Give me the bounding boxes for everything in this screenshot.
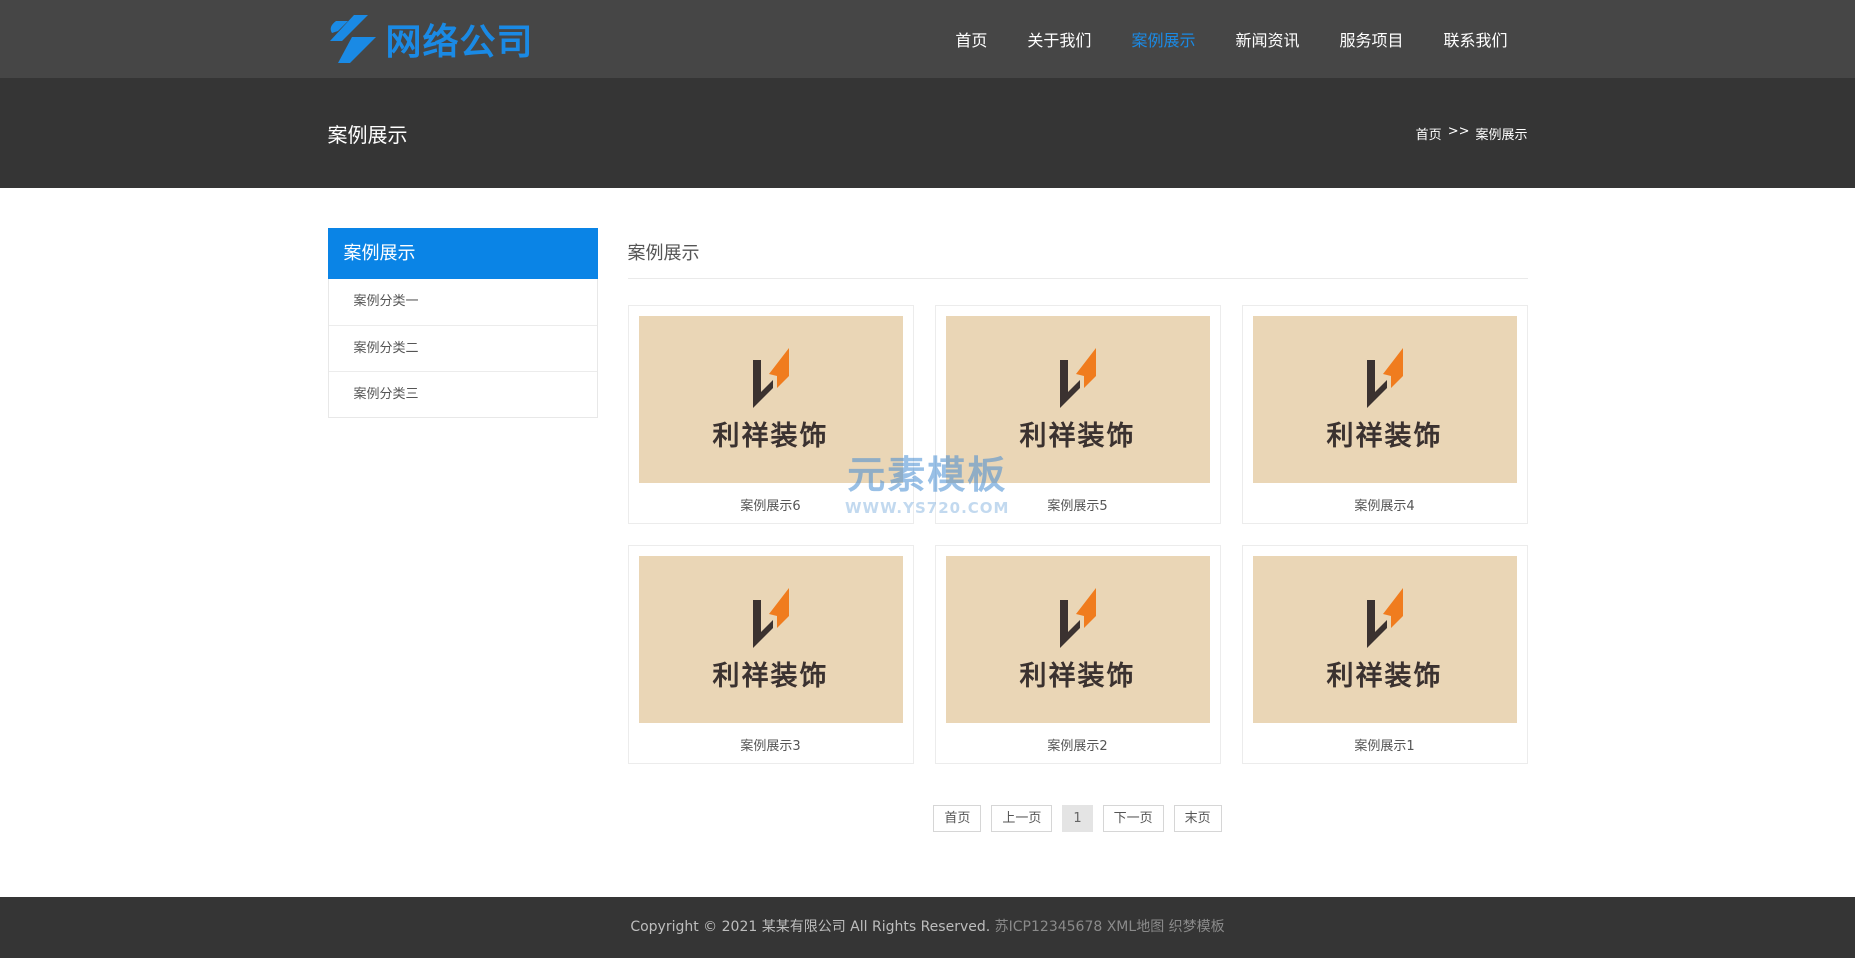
next-page-button[interactable]: 下一页 (1102, 805, 1164, 832)
copyright-text: Copyright © 2021 某某有限公司 All Rights Reser… (630, 919, 991, 935)
sidebar-item-category-1[interactable]: 案例分类一 (329, 279, 597, 325)
nav-item-news[interactable]: 新闻资讯 (1235, 27, 1299, 51)
pagination: 首页 上一页 1 下一页 末页 (628, 805, 1528, 832)
case-image-text: 利祥装饰 (1019, 661, 1136, 692)
sitemap-link[interactable]: XML地图 (1107, 919, 1164, 935)
breadcrumb-home-link[interactable]: 首页 (1416, 124, 1442, 143)
company-logo-icon (1059, 348, 1096, 408)
sidebar-title: 案例展示 (327, 228, 598, 279)
page-banner: 案例展示 首页 >> 案例展示 (0, 78, 1855, 188)
case-image-text: 利祥装饰 (1326, 661, 1443, 692)
company-logo-icon (1366, 348, 1403, 408)
site-header: 网络公司 首页 关于我们 案例展示 新闻资讯 服务项目 联系我们 (0, 0, 1855, 78)
case-title[interactable]: 案例展示5 (946, 495, 1210, 514)
case-thumbnail[interactable]: 利祥装饰 (638, 316, 903, 483)
case-card[interactable]: 利祥装饰 案例展示2 (934, 545, 1221, 764)
first-page-button[interactable]: 首页 (933, 805, 982, 832)
case-thumbnail[interactable]: 利祥装饰 (638, 556, 903, 723)
content-area: 案例展示 利祥装饰 案例展示6 利祥装饰 案例展示5 利祥装饰 案例展示4 利祥… (627, 228, 1528, 832)
logo-text: 网络公司 (385, 22, 534, 63)
case-title[interactable]: 案例展示4 (1253, 495, 1517, 514)
nav-item-cases[interactable]: 案例展示 (1131, 27, 1195, 51)
case-thumbnail[interactable]: 利祥装饰 (1252, 316, 1517, 483)
case-title[interactable]: 案例展示1 (1253, 735, 1517, 754)
main-nav: 首页 关于我们 案例展示 新闻资讯 服务项目 联系我们 (915, 27, 1507, 51)
sidebar-item-category-3[interactable]: 案例分类三 (328, 371, 597, 417)
case-title[interactable]: 案例展示6 (639, 495, 903, 514)
case-card[interactable]: 利祥装饰 案例展示6 (627, 305, 914, 524)
breadcrumb-current-link[interactable]: 案例展示 (1475, 124, 1527, 143)
sidebar: 案例展示 案例分类一 案例分类二 案例分类三 (327, 228, 598, 832)
case-card[interactable]: 利祥装饰 案例展示1 (1241, 545, 1528, 764)
icp-link[interactable]: 苏ICP12345678 (995, 919, 1103, 935)
case-image-text: 利祥装饰 (1019, 421, 1136, 452)
case-card[interactable]: 利祥装饰 案例展示4 (1241, 305, 1528, 524)
company-logo-icon (1366, 588, 1403, 648)
company-logo-icon (1059, 588, 1096, 648)
sidebar-list: 案例分类一 案例分类二 案例分类三 (327, 279, 598, 418)
prev-page-button[interactable]: 上一页 (991, 805, 1053, 832)
company-logo-icon (752, 588, 789, 648)
case-title[interactable]: 案例展示2 (946, 735, 1210, 754)
site-footer: Copyright © 2021 某某有限公司 All Rights Reser… (0, 897, 1855, 958)
last-page-button[interactable]: 末页 (1173, 805, 1222, 832)
nav-item-about[interactable]: 关于我们 (1027, 27, 1091, 51)
template-link[interactable]: 织梦模板 (1169, 919, 1225, 935)
site-logo[interactable]: 网络公司 (328, 13, 534, 65)
current-page-indicator: 1 (1062, 805, 1093, 832)
case-card[interactable]: 利祥装饰 案例展示5 (934, 305, 1221, 524)
case-title[interactable]: 案例展示3 (639, 735, 903, 754)
nav-item-home[interactable]: 首页 (955, 27, 987, 51)
page-title: 案例展示 (327, 122, 408, 147)
case-thumbnail[interactable]: 利祥装饰 (945, 556, 1210, 723)
case-card[interactable]: 利祥装饰 案例展示3 (627, 545, 914, 764)
nav-item-contact[interactable]: 联系我们 (1443, 27, 1507, 51)
case-thumbnail[interactable]: 利祥装饰 (1252, 556, 1517, 723)
case-image-text: 利祥装饰 (712, 421, 829, 452)
company-logo-icon (752, 348, 789, 408)
main-area: 案例展示 案例分类一 案例分类二 案例分类三 案例展示 利祥装饰 案例展示6 利… (0, 188, 1855, 832)
case-image-text: 利祥装饰 (1326, 421, 1443, 452)
case-image-text: 利祥装饰 (712, 661, 829, 692)
breadcrumb-separator: >> (1447, 123, 1470, 139)
breadcrumb: 首页 >> 案例展示 (1416, 124, 1528, 143)
case-thumbnail[interactable]: 利祥装饰 (945, 316, 1210, 483)
sidebar-item-category-2[interactable]: 案例分类二 (328, 325, 597, 371)
case-grid: 利祥装饰 案例展示6 利祥装饰 案例展示5 利祥装饰 案例展示4 利祥装饰 案例… (627, 305, 1528, 764)
logo-mark-icon (329, 15, 376, 63)
nav-item-services[interactable]: 服务项目 (1339, 27, 1403, 51)
content-title: 案例展示 (627, 228, 1528, 279)
